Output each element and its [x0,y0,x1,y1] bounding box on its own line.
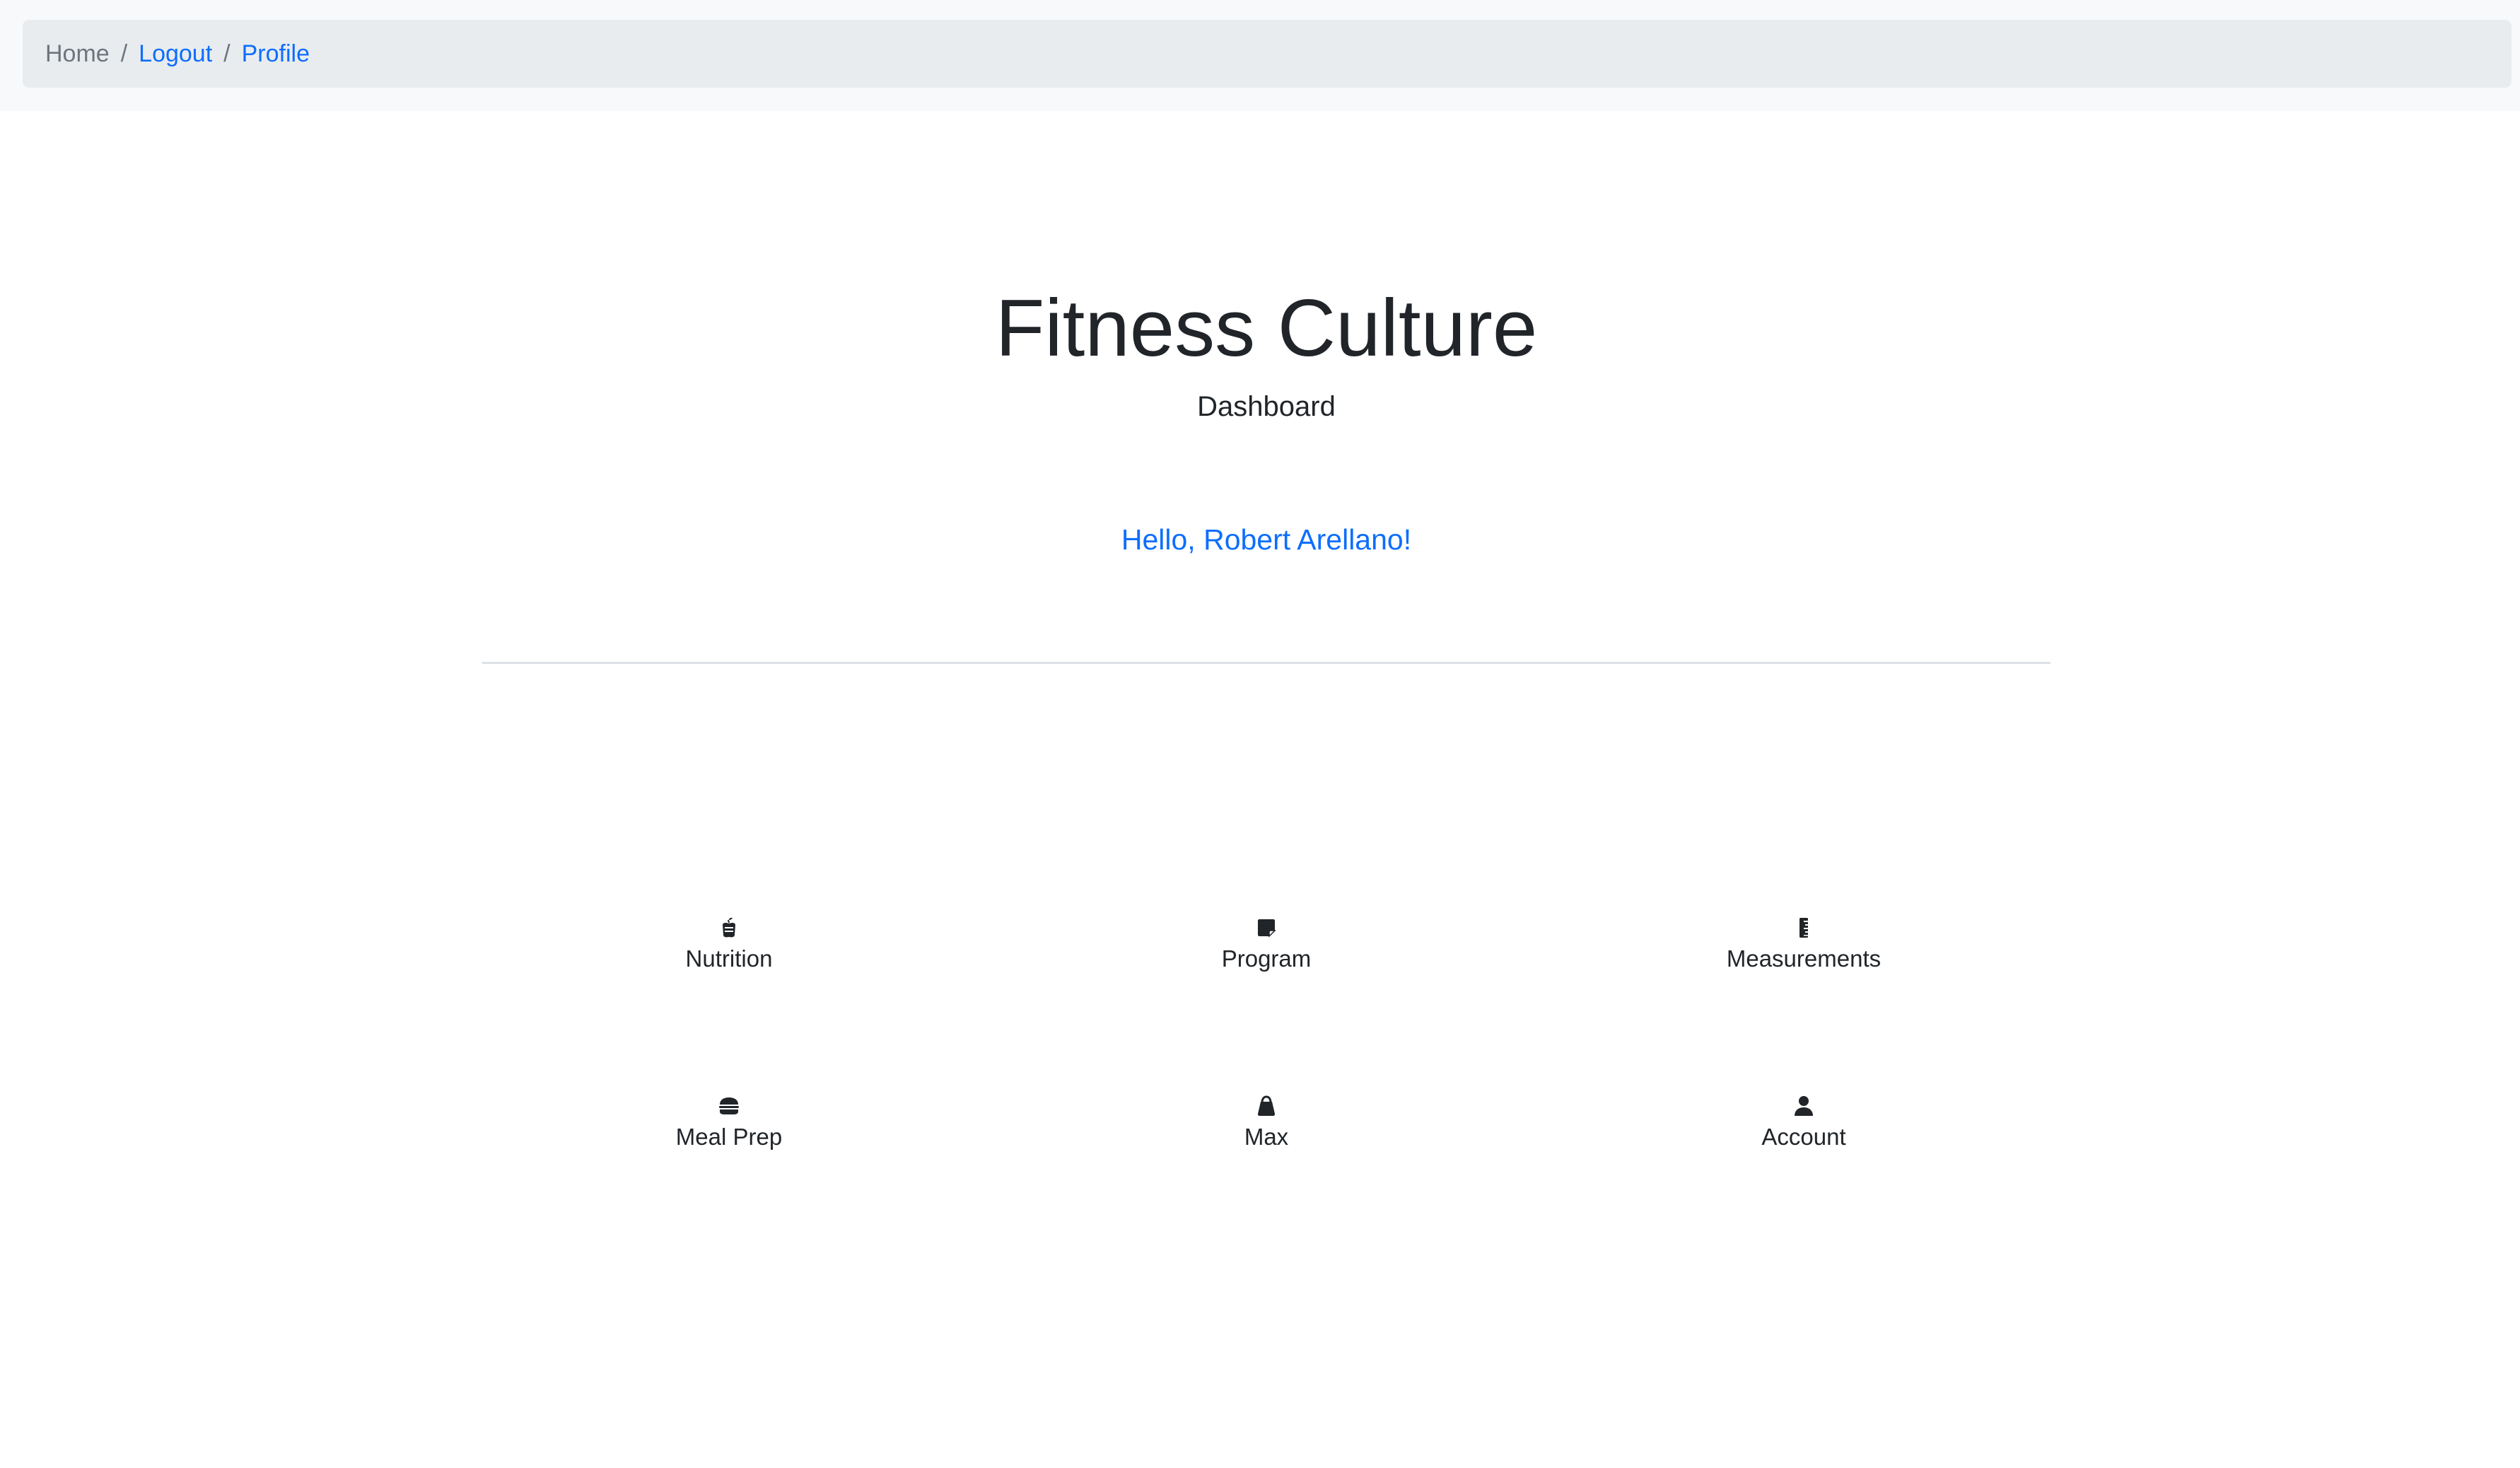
account-tile[interactable]: Account [1620,1095,1988,1172]
sticky-note-icon [1258,919,1276,938]
meal-prep-tile[interactable]: Meal Prep [545,1095,913,1172]
breadcrumb: Home / Logout / Profile [23,20,2512,88]
page-subtitle: Dashboard [1197,391,1336,422]
measurements-tile[interactable]: Measurements [1620,916,1988,994]
greeting-text: Hello, Robert Arellano! [1121,523,1412,556]
max-tile[interactable]: Max [1083,1095,1450,1172]
meal-prep-label: Meal Prep [675,1124,783,1150]
breadcrumb-separator: / [223,40,231,67]
burger-icon [719,1097,739,1114]
program-tile[interactable]: Program [1083,916,1450,994]
page-title: Fitness Culture [995,284,1538,373]
user-icon [1795,1096,1813,1116]
ruler-icon [1799,918,1808,938]
kettlebell-icon [1257,1095,1276,1116]
breadcrumb-separator: / [120,40,128,67]
breadcrumb-home[interactable]: Home [45,40,110,68]
breadcrumb-logout-link[interactable]: Logout [139,40,212,68]
breadcrumb-profile-link[interactable]: Profile [242,40,310,68]
top-navbar: Home / Logout / Profile [0,0,2520,111]
nutrition-tile[interactable]: Nutrition [545,916,913,994]
measurements-label: Measurements [1726,945,1882,972]
account-label: Account [1761,1124,1846,1150]
apple-icon [723,917,735,938]
program-label: Program [1221,945,1312,972]
section-divider [482,662,2051,664]
max-label: Max [1244,1124,1289,1150]
nutrition-label: Nutrition [685,945,773,972]
